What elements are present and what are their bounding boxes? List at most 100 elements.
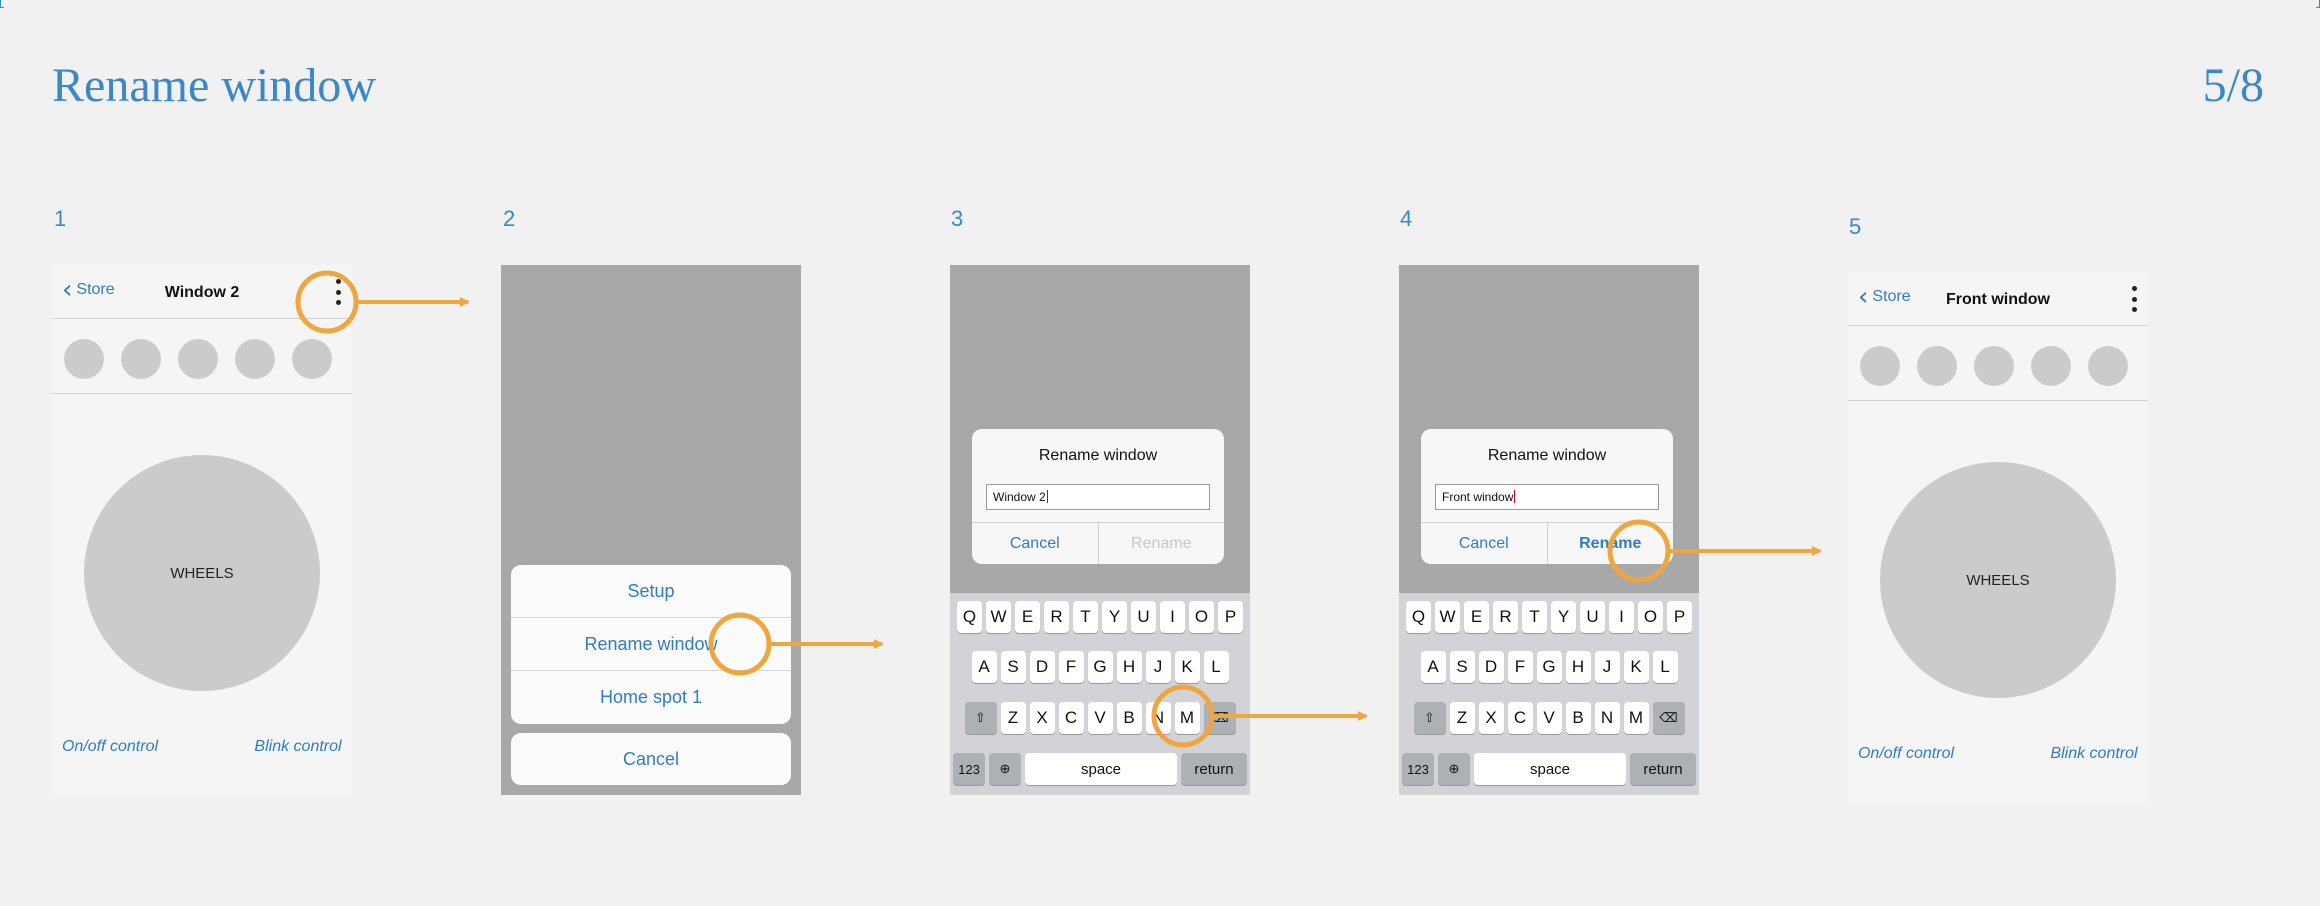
key-c[interactable]: C bbox=[1507, 702, 1533, 734]
cancel-button[interactable]: Cancel bbox=[511, 733, 791, 785]
key-x[interactable]: X bbox=[1029, 702, 1055, 734]
numbers-key[interactable]: 123 bbox=[1402, 753, 1434, 785]
key-a[interactable]: A bbox=[971, 651, 997, 683]
name-input[interactable]: Front window bbox=[1435, 484, 1659, 510]
shift-icon[interactable]: ⇧ bbox=[964, 702, 997, 734]
key-i[interactable]: I bbox=[1160, 601, 1185, 633]
key-q[interactable]: Q bbox=[1406, 601, 1431, 633]
corner-mark-right bbox=[2316, 0, 2320, 8]
preset-button[interactable] bbox=[2031, 346, 2071, 386]
home-spot-option[interactable]: Home spot 1 bbox=[511, 671, 791, 724]
key-d[interactable]: D bbox=[1029, 651, 1055, 683]
rename-button[interactable]: Rename bbox=[1546, 523, 1674, 564]
return-key[interactable]: return bbox=[1181, 753, 1247, 785]
key-l[interactable]: L bbox=[1652, 651, 1678, 683]
onoff-control[interactable]: On/off control bbox=[1856, 744, 1956, 764]
wheels-control[interactable]: WHEELS bbox=[1880, 462, 2116, 698]
preset-button[interactable] bbox=[178, 339, 218, 379]
onoff-control[interactable]: On/off control bbox=[60, 737, 160, 757]
key-w[interactable]: W bbox=[1435, 601, 1460, 633]
globe-icon[interactable]: ⊕ bbox=[1438, 753, 1470, 785]
key-p[interactable]: P bbox=[1667, 601, 1692, 633]
key-w[interactable]: W bbox=[986, 601, 1011, 633]
key-g[interactable]: G bbox=[1536, 651, 1562, 683]
divider bbox=[52, 393, 352, 394]
key-t[interactable]: T bbox=[1522, 601, 1547, 633]
key-f[interactable]: F bbox=[1058, 651, 1084, 683]
key-j[interactable]: J bbox=[1145, 651, 1171, 683]
key-r[interactable]: R bbox=[1493, 601, 1518, 633]
key-l[interactable]: L bbox=[1203, 651, 1229, 683]
key-q[interactable]: Q bbox=[957, 601, 982, 633]
return-key[interactable]: return bbox=[1630, 753, 1696, 785]
action-sheet: Setup Rename window Home spot 1 bbox=[511, 565, 791, 724]
key-i[interactable]: I bbox=[1609, 601, 1634, 633]
key-s[interactable]: S bbox=[1000, 651, 1026, 683]
key-n[interactable]: N bbox=[1594, 702, 1620, 734]
screen-3: Rename window Window 2 Cancel Rename QWE… bbox=[950, 265, 1250, 795]
key-g[interactable]: G bbox=[1087, 651, 1113, 683]
key-n[interactable]: N bbox=[1145, 702, 1171, 734]
preset-button[interactable] bbox=[2088, 346, 2128, 386]
key-h[interactable]: H bbox=[1116, 651, 1142, 683]
name-input[interactable]: Window 2 bbox=[986, 484, 1210, 510]
setup-option[interactable]: Setup bbox=[511, 565, 791, 618]
key-a[interactable]: A bbox=[1420, 651, 1446, 683]
key-u[interactable]: U bbox=[1580, 601, 1605, 633]
key-c[interactable]: C bbox=[1058, 702, 1084, 734]
key-o[interactable]: O bbox=[1638, 601, 1663, 633]
key-k[interactable]: K bbox=[1174, 651, 1200, 683]
space-key[interactable]: space bbox=[1474, 753, 1626, 785]
key-b[interactable]: B bbox=[1116, 702, 1142, 734]
preset-button[interactable] bbox=[292, 339, 332, 379]
numbers-key[interactable]: 123 bbox=[953, 753, 985, 785]
preset-button[interactable] bbox=[1860, 346, 1900, 386]
key-o[interactable]: O bbox=[1189, 601, 1214, 633]
space-key[interactable]: space bbox=[1025, 753, 1177, 785]
key-h[interactable]: H bbox=[1565, 651, 1591, 683]
key-s[interactable]: S bbox=[1449, 651, 1475, 683]
preset-button[interactable] bbox=[121, 339, 161, 379]
key-y[interactable]: Y bbox=[1102, 601, 1127, 633]
preset-button[interactable] bbox=[1974, 346, 2014, 386]
kebab-menu-icon[interactable] bbox=[334, 279, 342, 305]
navbar: ‹ Store Window 2 bbox=[52, 265, 352, 319]
key-z[interactable]: Z bbox=[1000, 702, 1026, 734]
key-e[interactable]: E bbox=[1015, 601, 1040, 633]
rename-button[interactable]: Rename bbox=[1097, 523, 1225, 564]
key-e[interactable]: E bbox=[1464, 601, 1489, 633]
key-f[interactable]: F bbox=[1507, 651, 1533, 683]
key-d[interactable]: D bbox=[1478, 651, 1504, 683]
key-v[interactable]: V bbox=[1087, 702, 1113, 734]
key-m[interactable]: M bbox=[1174, 702, 1200, 734]
wheels-control[interactable]: WHEELS bbox=[84, 455, 320, 691]
key-x[interactable]: X bbox=[1478, 702, 1504, 734]
key-v[interactable]: V bbox=[1536, 702, 1562, 734]
preset-button[interactable] bbox=[1917, 346, 1957, 386]
screen-5: ‹ Store Front window WHEELS On/off contr… bbox=[1848, 272, 2148, 802]
backspace-icon[interactable]: ⌫ bbox=[1203, 702, 1236, 734]
kebab-menu-icon[interactable] bbox=[2130, 286, 2138, 312]
key-b[interactable]: B bbox=[1565, 702, 1591, 734]
rename-window-option[interactable]: Rename window bbox=[511, 618, 791, 671]
cancel-button[interactable]: Cancel bbox=[972, 523, 1098, 564]
key-p[interactable]: P bbox=[1218, 601, 1243, 633]
blink-control[interactable]: Blink control bbox=[2044, 744, 2144, 764]
blink-control[interactable]: Blink control bbox=[248, 737, 348, 757]
key-y[interactable]: Y bbox=[1551, 601, 1576, 633]
globe-icon[interactable]: ⊕ bbox=[989, 753, 1021, 785]
key-m[interactable]: M bbox=[1623, 702, 1649, 734]
key-j[interactable]: J bbox=[1594, 651, 1620, 683]
key-u[interactable]: U bbox=[1131, 601, 1156, 633]
key-t[interactable]: T bbox=[1073, 601, 1098, 633]
key-r[interactable]: R bbox=[1044, 601, 1069, 633]
keyboard-row-4: 123 ⊕ space return bbox=[1399, 753, 1699, 785]
keyboard-row-2: ASDFGHJKL bbox=[1399, 651, 1699, 683]
shift-icon[interactable]: ⇧ bbox=[1413, 702, 1446, 734]
preset-button[interactable] bbox=[235, 339, 275, 379]
key-z[interactable]: Z bbox=[1449, 702, 1475, 734]
preset-button[interactable] bbox=[64, 339, 104, 379]
cancel-button[interactable]: Cancel bbox=[1421, 523, 1547, 564]
key-k[interactable]: K bbox=[1623, 651, 1649, 683]
backspace-icon[interactable]: ⌫ bbox=[1652, 702, 1685, 734]
